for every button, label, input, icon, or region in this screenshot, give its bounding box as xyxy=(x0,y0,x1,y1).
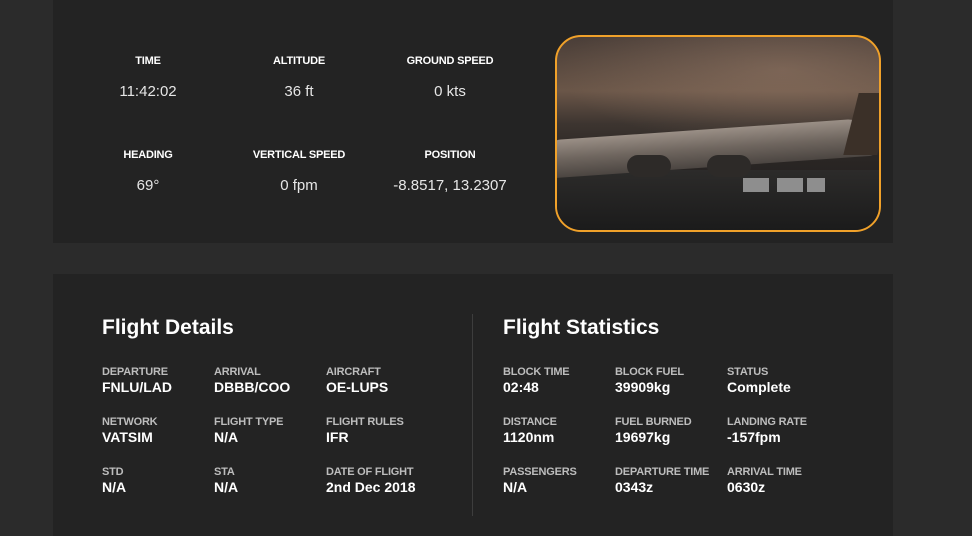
field-value: 0343z xyxy=(615,479,654,495)
detail-date-of-flight: DATE OF FLIGHT 2nd Dec 2018 xyxy=(326,466,438,495)
field-value: DBBB/COO xyxy=(214,379,291,395)
field-label: PASSENGERS xyxy=(503,466,577,478)
section-divider xyxy=(472,314,473,516)
field-value: VATSIM xyxy=(102,429,153,445)
field-label: FLIGHT RULES xyxy=(326,416,404,428)
flight-summary-panel xyxy=(53,274,893,536)
stat-value: 11:42:02 xyxy=(119,83,177,100)
field-label: STATUS xyxy=(727,366,769,378)
flight-details-title: Flight Details xyxy=(102,316,234,339)
detail-departure: DEPARTURE FNLU/LAD xyxy=(102,366,214,395)
photo-aircraft-engine xyxy=(627,155,671,177)
field-value: 1120nm xyxy=(503,429,555,445)
detail-std: STD N/A xyxy=(102,466,214,495)
stat-value: 36 ft xyxy=(284,83,314,100)
stat-position: POSITION -8.8517, 13.2307 xyxy=(375,149,525,194)
stat-value: 0 kts xyxy=(434,83,466,100)
field-label: LANDING RATE xyxy=(727,416,807,428)
photo-ground-cart xyxy=(743,178,769,192)
photo-ground-cart xyxy=(777,178,803,192)
field-value: FNLU/LAD xyxy=(102,379,172,395)
field-label: ARRIVAL xyxy=(214,366,261,378)
field-label: AIRCRAFT xyxy=(326,366,381,378)
field-label: DEPARTURE TIME xyxy=(615,466,710,478)
field-label: BLOCK FUEL xyxy=(615,366,684,378)
stat-fuel-burned: FUEL BURNED 19697kg xyxy=(615,416,727,445)
field-value: N/A xyxy=(503,479,528,495)
field-label: DATE OF FLIGHT xyxy=(326,466,414,478)
field-value: -157fpm xyxy=(727,429,781,445)
stat-arrival-time: ARRIVAL TIME 0630z xyxy=(727,466,839,495)
field-label: NETWORK xyxy=(102,416,158,428)
stat-label: HEADING xyxy=(123,149,173,161)
field-label: DISTANCE xyxy=(503,416,557,428)
field-value: Complete xyxy=(727,379,791,395)
detail-flight-rules: FLIGHT RULES IFR xyxy=(326,416,438,445)
stat-label: VERTICAL SPEED xyxy=(252,149,346,161)
field-label: STA xyxy=(214,466,235,478)
stat-label: TIME xyxy=(135,55,161,67)
stat-block-fuel: BLOCK FUEL 39909kg xyxy=(615,366,727,395)
field-value: 2nd Dec 2018 xyxy=(326,479,416,495)
stat-value: 69° xyxy=(136,177,160,194)
stat-block-time: BLOCK TIME 02:48 xyxy=(503,366,615,395)
stat-heading: HEADING 69° xyxy=(73,149,223,194)
field-value: IFR xyxy=(326,429,349,445)
detail-aircraft: AIRCRAFT OE-LUPS xyxy=(326,366,438,395)
photo-aircraft-engine xyxy=(707,155,751,177)
stat-time: TIME 11:42:02 xyxy=(73,55,223,100)
detail-flight-type: FLIGHT TYPE N/A xyxy=(214,416,326,445)
stat-value: 0 fpm xyxy=(280,177,318,194)
field-value: 0630z xyxy=(727,479,766,495)
detail-arrival: ARRIVAL DBBB/COO xyxy=(214,366,326,395)
field-value: N/A xyxy=(214,479,239,495)
stat-vertical-speed: VERTICAL SPEED 0 fpm xyxy=(224,149,374,194)
field-label: DEPARTURE xyxy=(102,366,168,378)
stat-label: ALTITUDE xyxy=(273,55,325,67)
stat-altitude: ALTITUDE 36 ft xyxy=(224,55,374,100)
stat-value: -8.8517, 13.2307 xyxy=(393,177,507,194)
stat-ground-speed: GROUND SPEED 0 kts xyxy=(375,55,525,100)
field-value: 19697kg xyxy=(615,429,671,445)
stat-label: POSITION xyxy=(424,149,476,161)
field-label: FUEL BURNED xyxy=(615,416,692,428)
field-value: N/A xyxy=(214,429,239,445)
field-value: N/A xyxy=(102,479,127,495)
detail-network: NETWORK VATSIM xyxy=(102,416,214,445)
field-label: FLIGHT TYPE xyxy=(214,416,284,428)
field-value: 39909kg xyxy=(615,379,671,395)
field-value: 02:48 xyxy=(503,379,539,395)
field-label: STD xyxy=(102,466,124,478)
stat-landing-rate: LANDING RATE -157fpm xyxy=(727,416,839,445)
stat-status: STATUS Complete xyxy=(727,366,839,395)
stat-passengers: PASSENGERS N/A xyxy=(503,466,615,495)
detail-sta: STA N/A xyxy=(214,466,326,495)
aircraft-photo xyxy=(555,35,881,232)
field-label: BLOCK TIME xyxy=(503,366,570,378)
flight-statistics-title: Flight Statistics xyxy=(503,316,660,339)
stat-departure-time: DEPARTURE TIME 0343z xyxy=(615,466,727,495)
field-value: OE-LUPS xyxy=(326,379,389,395)
stat-distance: DISTANCE 1120nm xyxy=(503,416,615,445)
field-label: ARRIVAL TIME xyxy=(727,466,802,478)
photo-ground xyxy=(557,170,879,230)
stat-label: GROUND SPEED xyxy=(406,55,494,67)
photo-ground-cart xyxy=(807,178,825,192)
